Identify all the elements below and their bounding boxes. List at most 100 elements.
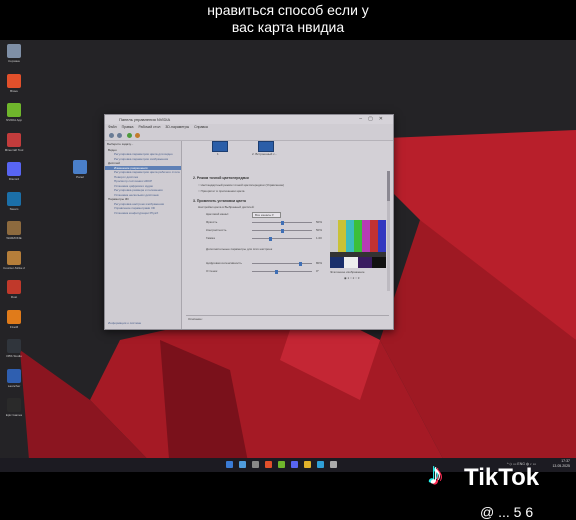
slider-value: 50%: [316, 220, 323, 224]
slider-track[interactable]: [252, 269, 312, 274]
desktop-shortcut-label: Корзина: [8, 59, 20, 63]
taskbar-app-icon[interactable]: [226, 461, 233, 468]
reference-option-2: 2: [352, 276, 355, 280]
taskbar-app-icon[interactable]: [278, 461, 285, 468]
menu-item[interactable]: Справка: [194, 125, 208, 129]
tree-item[interactable]: Регулировка параметров цвета для видео: [105, 152, 181, 157]
panel-shortcut-icon: [73, 160, 87, 174]
slider-knob[interactable]: [275, 269, 278, 274]
game-icon-5: [7, 309, 21, 324]
task-tree: Видео Регулировка параметров цвета для ви…: [105, 148, 181, 216]
window-titlebar[interactable]: Панель управления NVIDIA –▢✕: [105, 115, 393, 124]
system-info-link[interactable]: Информация о системе: [108, 321, 141, 326]
radio-custom-label: Нестандартный режим точной цветопередачи…: [200, 183, 285, 187]
tiktok-wordmark: TikTok: [464, 464, 540, 491]
desktop-shortcut[interactable]: Counter-Strike 2: [0, 250, 28, 270]
obs-icon: [7, 339, 21, 353]
monitor-2-label: 2. Встроенный с...: [252, 152, 278, 156]
slider-label: Яркость: [206, 220, 218, 224]
desktop-shortcut[interactable]: Discord: [0, 162, 28, 181]
clock-date: 13.05.2025: [552, 464, 570, 468]
desktop-shortcut[interactable]: Rust: [0, 280, 28, 299]
section-3-title: 3. Применить установки цвета: [193, 199, 246, 203]
slider-track[interactable]: [252, 228, 312, 233]
desktop-shortcut[interactable]: Steam: [0, 191, 28, 211]
reference-option-3: 3: [357, 276, 360, 280]
reference-label: Эталонное изображение: [330, 270, 365, 274]
taskbar-app-icon[interactable]: [317, 461, 324, 468]
desktop-shortcut[interactable]: FiveM: [0, 309, 28, 329]
section-2-title: 2. Режим точной цветопередачи: [193, 176, 249, 180]
radio-app[interactable]: ○ Приоритет в приложении цвета: [198, 189, 244, 193]
slider-knob[interactable]: [299, 261, 302, 266]
game-icon: [7, 132, 21, 147]
window-controls[interactable]: –▢✕: [359, 115, 389, 124]
caption-line-1: нравиться способ если у: [207, 2, 369, 18]
menu-item[interactable]: Рабочий стол: [138, 125, 160, 129]
taskbar-app-icon[interactable]: [239, 461, 246, 468]
clock[interactable]: 17:37 13.05.2025: [552, 459, 570, 469]
slider-label: Гамма: [206, 236, 215, 240]
slider-label: Цифровая интенсивность: [206, 261, 242, 265]
desktop-shortcut-label: Discord: [8, 177, 20, 181]
taskbar-app-icon[interactable]: [265, 461, 272, 468]
desktop-shortcut[interactable]: WARZONE: [0, 221, 28, 240]
desktop-shortcut-label: Counter-Strike 2: [3, 265, 25, 270]
desktop-shortcut[interactable]: Brave: [0, 73, 28, 93]
menu-item[interactable]: Правка: [122, 125, 134, 129]
desktop-shortcut[interactable]: Корзина: [0, 44, 28, 63]
forward-icon[interactable]: [117, 133, 122, 138]
slider-track[interactable]: [252, 236, 312, 241]
slider-label: Контрастность: [206, 228, 227, 232]
brave-icon: [7, 73, 21, 88]
reference-options[interactable]: ◉ 1 ○ 2 ○ 3: [344, 276, 359, 280]
slider-knob[interactable]: [281, 228, 284, 233]
tree-item[interactable]: Регулировка параметров цвета рабочего ст…: [105, 170, 181, 175]
desktop-shortcut-label: Brave: [10, 88, 18, 93]
desktop-shortcut[interactable]: NVIDIA App: [0, 103, 28, 122]
slider-track[interactable]: [252, 220, 312, 225]
slider-value: 0°: [316, 269, 319, 273]
taskbar-app-icon[interactable]: [252, 461, 259, 468]
task-tree-pane: Выберите задачу... Видео Регулировка пара…: [105, 141, 182, 329]
panel-shortcut[interactable]: Panel: [66, 160, 94, 179]
nvidia-control-panel-window: Панель управления NVIDIA –▢✕ Файл Правка Р…: [104, 114, 394, 330]
desktop-shortcut[interactable]: Epic Games: [0, 398, 28, 417]
menu-item[interactable]: 3D-параметры: [165, 125, 189, 129]
help-icon[interactable]: [135, 133, 140, 138]
channel-label: Цветовой канал:: [206, 212, 230, 216]
scrollbar-thumb[interactable]: [387, 171, 390, 201]
desktop-shortcut[interactable]: Minecraft Tool: [0, 132, 28, 152]
recycle-bin-icon: [7, 44, 21, 58]
monitor-1-icon[interactable]: [212, 141, 228, 152]
slider-knob[interactable]: [281, 220, 284, 225]
desktop-shortcut[interactable]: Launcher: [0, 368, 28, 388]
nvidia-app-icon: [7, 103, 21, 117]
taskbar-app-icon[interactable]: [330, 461, 337, 468]
game-icon-2: [7, 221, 21, 235]
tree-item[interactable]: Установка конфигурации PhysX: [105, 211, 181, 216]
desktop-shortcut-label: Rust: [10, 295, 18, 299]
slider-value: 1.00: [316, 236, 322, 240]
slider-value: 80%: [316, 261, 323, 265]
app-icon: [7, 368, 21, 383]
steam-icon: [7, 191, 21, 206]
slider-knob[interactable]: [269, 236, 272, 241]
back-icon[interactable]: [109, 133, 114, 138]
taskbar-app-icon[interactable]: [304, 461, 311, 468]
home-icon[interactable]: [127, 133, 132, 138]
game-icon-4: [7, 280, 21, 294]
radio-custom[interactable]: ○ Нестандартный режим точной цветопереда…: [198, 183, 284, 187]
scrollbar[interactable]: [387, 171, 390, 291]
taskbar-app-icon[interactable]: [291, 461, 298, 468]
monitor-2-icon[interactable]: [258, 141, 274, 152]
slider-label: Оттенок: [206, 269, 218, 273]
channel-select[interactable]: Все каналы ▾: [252, 212, 281, 218]
discord-icon: [7, 162, 21, 176]
reference-option-1: 1: [347, 276, 350, 280]
video-caption: нравиться способ если у вас карта нвидиа: [0, 0, 576, 42]
advanced-note: Дополнительные параметры для этих настро…: [206, 247, 273, 251]
slider-track[interactable]: [252, 261, 312, 266]
desktop-shortcut[interactable]: OBS Studio: [0, 339, 28, 358]
menu-item[interactable]: Файл: [108, 125, 117, 129]
